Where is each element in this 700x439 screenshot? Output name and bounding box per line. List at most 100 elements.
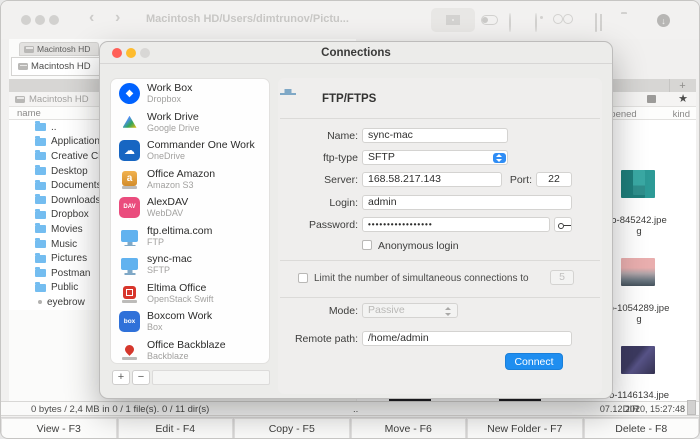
onedrive-icon: ☁ [119,140,140,161]
google-drive-icon [119,111,140,132]
amazon-s3-icon: a [119,168,140,189]
image-thumbnail[interactable] [621,170,655,198]
connect-button[interactable]: Connect [505,353,563,370]
port-field[interactable]: 22 [536,172,572,187]
favorites-star-icon[interactable]: ★ [678,92,688,105]
connection-subtitle: Dropbox [147,94,192,104]
dual-pane-icon[interactable] [595,13,597,32]
main-toolbar: ‹ › Macintosh HD/Users/dimtrunov/Pictu..… [1,1,699,39]
drive-label: Macintosh HD [29,94,89,105]
tab-label: Macintosh HD [37,44,90,54]
connection-item-work-box[interactable]: ◆ Work BoxDropbox [111,79,269,108]
delete-f8-button[interactable]: Delete - F8 [584,418,700,439]
connection-item-work-drive[interactable]: Work DriveGoogle Drive [111,108,269,137]
connections-dialog: Connections ◆ Work BoxDropbox Work Drive… [99,41,613,399]
window-zoom-button[interactable] [49,15,59,25]
dialog-minimize-button[interactable] [126,48,136,58]
folder-icon [35,284,46,292]
file-dot-icon [38,300,42,304]
add-connection-button[interactable]: + [112,370,130,385]
name-label: Name: [278,130,358,142]
dialog-zoom-button[interactable] [140,48,150,58]
connection-subtitle: OpenStack Swift [147,294,214,304]
preview-eye-icon[interactable] [535,13,537,32]
column-header-label: name [17,108,41,119]
password-label: Password: [278,219,358,231]
connection-subtitle: FTP [147,237,212,247]
dialog-close-button[interactable] [112,48,122,58]
login-field[interactable]: admin [362,195,572,210]
connection-title: Eltima Office [147,282,214,294]
forward-chevron-icon[interactable]: › [115,9,120,27]
view-mode-icon[interactable] [647,95,656,103]
queue-toggle-icon[interactable] [481,15,498,25]
ftp-type-value: SFTP [368,151,395,163]
folder-label: Postman [51,268,90,279]
back-chevron-icon[interactable]: ‹ [89,9,94,27]
show-password-key-button[interactable] [554,217,572,232]
key-icon [558,223,564,229]
ftp-monitor-icon [119,225,140,246]
connection-subtitle: OneDrive [147,151,255,161]
limit-connections-label: Limit the number of simultaneous connect… [314,273,529,284]
port-label: Port: [452,174,532,186]
download-icon[interactable]: ↓ [657,14,670,27]
remove-connection-button[interactable]: − [132,370,150,385]
connection-item-commander-one-work[interactable]: ☁ Commander One WorkOneDrive [111,136,269,165]
connection-title: Office Amazon [147,168,215,180]
folder-label: Application [51,136,100,147]
image-thumbnail[interactable] [621,258,655,286]
disk-icon [18,63,28,70]
tab-macintosh-hd-1[interactable]: Macintosh HD [19,42,99,56]
connection-title: ftp.eltima.com [147,225,212,237]
limit-connections-field[interactable]: 5 [550,270,574,285]
connection-item-alexdav[interactable]: DAV AlexDAVWebDAV [111,193,269,222]
connection-item-sync-mac[interactable]: sync-macSFTP [111,250,269,279]
new-folder-f7-button[interactable]: New Folder - F7 [467,418,583,439]
connection-item-office-amazon[interactable]: a Office AmazonAmazon S3 [111,165,269,194]
folder-label: .. [51,122,57,133]
ftp-type-select[interactable]: SFTP [362,150,508,165]
function-key-bar: View - F3 Edit - F4 Copy - F5 Move - F6 … [1,417,699,439]
disk-icon [24,46,34,53]
folder-label: Pictures [51,253,87,264]
image-thumbnail[interactable] [621,346,655,374]
server-label: Server: [278,174,358,186]
connection-item-office-backblaze[interactable]: Office BackblazeBackblaze [111,336,269,365]
connection-subtitle: Google Drive [147,123,200,133]
breadcrumb-path[interactable]: Macintosh HD/Users/dimtrunov/Pictu... [146,13,349,25]
column-header-kind[interactable]: kind [673,109,690,120]
window-close-button[interactable] [21,15,31,25]
connection-subtitle: Amazon S3 [147,180,215,190]
connection-item-boxcom-work[interactable]: box Boxcom WorkBox [111,307,269,336]
window-minimize-button[interactable] [35,15,45,25]
folder-icon [35,269,46,277]
remote-path-field[interactable]: /home/admin [362,331,572,346]
info-icon[interactable] [509,13,511,32]
ftp-type-label: ftp-type [278,152,358,164]
copy-f5-button[interactable]: Copy - F5 [234,418,350,439]
grid-view-button[interactable] [431,8,475,32]
selection-summary: 0 bytes / 2,4 MB in 0 / 1 file(s). 0 / 1… [31,404,209,415]
scrollbar-nub[interactable] [687,400,696,415]
move-f6-button[interactable]: Move - F6 [351,418,467,439]
folder-label: Creative Cl [51,151,100,162]
sftp-monitor-icon [119,254,140,275]
view-f3-button[interactable]: View - F3 [1,418,117,439]
folder-icon [35,123,46,131]
connection-item-eltima-office[interactable]: Eltima OfficeOpenStack Swift [111,279,269,308]
anonymous-login-checkbox[interactable] [362,240,372,250]
new-tab-button[interactable]: + [669,79,695,92]
connection-item-ftp-eltima[interactable]: ftp.eltima.comFTP [111,222,269,251]
name-field[interactable]: sync-mac [362,128,508,143]
tab-macintosh-hd-2[interactable]: Macintosh HD [11,57,103,76]
anonymous-login-label: Anonymous login [378,240,459,252]
connection-title: Work Box [147,82,192,94]
password-field[interactable]: ••••••••••••••••• [362,217,550,232]
mode-value: Passive [368,304,405,316]
limit-connections-checkbox[interactable] [298,273,308,283]
mode-select[interactable]: Passive [362,303,458,318]
folder-icon [35,182,46,190]
edit-f4-button[interactable]: Edit - F4 [118,418,234,439]
folder-label: Music [51,239,77,250]
